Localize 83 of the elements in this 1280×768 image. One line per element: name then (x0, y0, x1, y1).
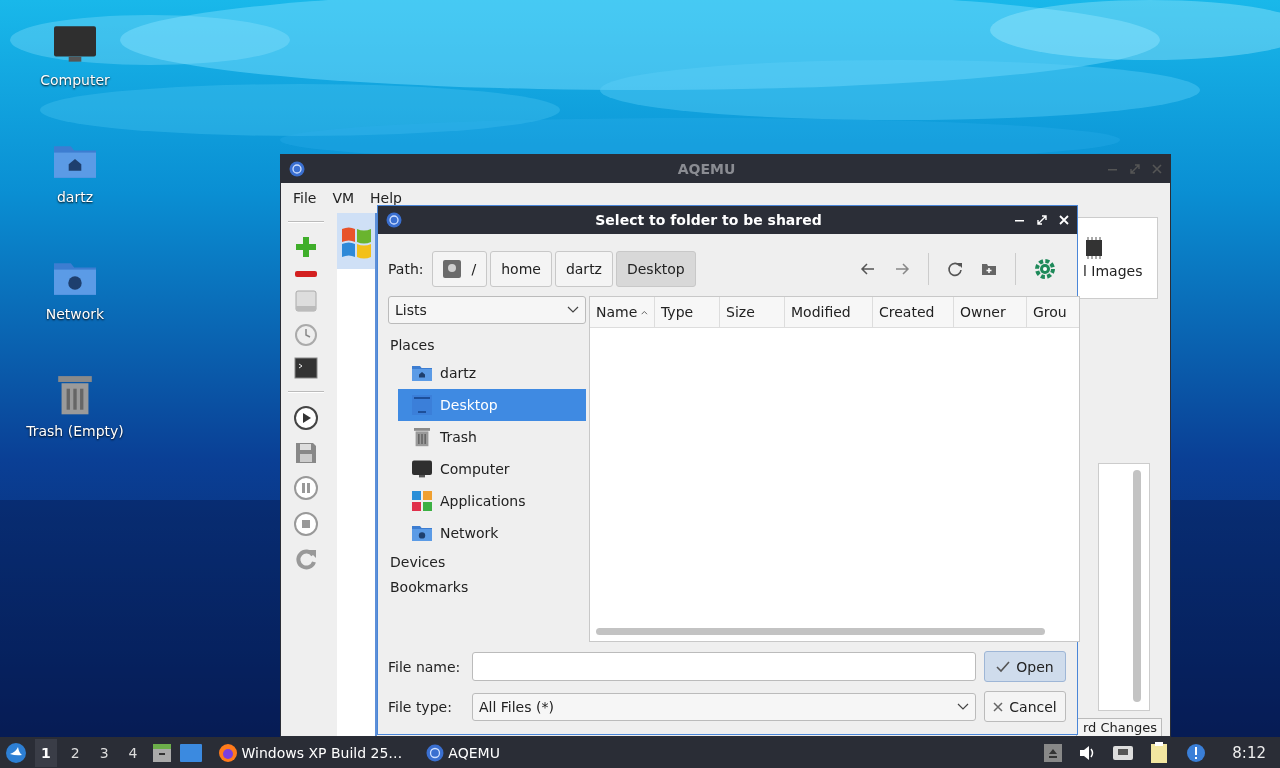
taskbar-task[interactable]: Windows XP Build 25… (209, 737, 411, 768)
workspace-button[interactable]: 2 (64, 738, 86, 767)
sidebar-item[interactable]: Trash (398, 421, 586, 453)
vm-list-item[interactable] (337, 213, 375, 269)
file-type-label: File type: (388, 698, 453, 715)
reload-icon[interactable] (294, 547, 318, 571)
path-label: Path: (388, 260, 424, 277)
sort-up-icon (641, 308, 648, 316)
network-port-icon[interactable] (1112, 744, 1135, 761)
scrollbar[interactable] (596, 628, 1045, 635)
desktop-icon (412, 395, 432, 415)
add-icon[interactable] (294, 235, 318, 259)
chevron-down-icon (957, 702, 969, 711)
remove-icon[interactable] (294, 269, 318, 279)
column-header[interactable]: Grou (1027, 297, 1079, 327)
gear-icon[interactable] (1034, 257, 1056, 280)
file-name-field[interactable] (472, 652, 976, 681)
workspace-button[interactable]: 1 (35, 738, 57, 767)
desktop-icon-label[interactable]: Trash (Empty) (26, 423, 124, 439)
trash-icon (412, 427, 432, 447)
back-icon[interactable] (860, 260, 876, 277)
file-type-dropdown[interactable]: All Files (*) (472, 692, 976, 721)
desktop-icon-label[interactable]: Network (45, 306, 105, 322)
path-button[interactable]: dartz (554, 250, 613, 287)
save-icon[interactable] (294, 441, 318, 465)
clock-icon[interactable] (294, 323, 318, 347)
menu-item[interactable]: VM (324, 186, 363, 210)
desktop-icon[interactable] (179, 743, 202, 762)
workspace-button[interactable]: 4 (122, 738, 144, 767)
column-header[interactable]: Size (720, 297, 785, 327)
browser-icon (217, 742, 238, 763)
apps-grid-icon (412, 491, 432, 511)
chevron-down-icon (567, 306, 579, 314)
monitor-icon (54, 23, 96, 65)
sidebar-item[interactable]: Applications (398, 485, 586, 517)
checkmark-icon (996, 660, 1011, 673)
app-logo-icon (386, 212, 402, 228)
desktop-icon-label[interactable]: dartz (56, 189, 94, 205)
network-folder-icon (412, 523, 432, 543)
column-header[interactable]: Created (873, 297, 954, 327)
view-dropdown[interactable]: Lists (388, 296, 586, 324)
clock: 8:12 (1232, 743, 1266, 762)
file-cabinet-icon[interactable] (151, 742, 172, 763)
menu-item[interactable]: File (285, 186, 325, 210)
column-header[interactable]: Type (655, 297, 720, 327)
section-heading[interactable]: Places (388, 334, 586, 357)
terminal-icon[interactable] (294, 357, 318, 379)
refresh-icon[interactable] (947, 260, 963, 277)
section-heading[interactable]: Devices (388, 551, 586, 574)
sidebar-item[interactable]: Network (398, 517, 586, 549)
window-title: Select to folder to be shared (594, 212, 823, 228)
app-logo-icon (289, 161, 305, 177)
pause-icon[interactable] (293, 475, 319, 501)
chip-icon (1083, 237, 1105, 259)
window-title: AQEMU (676, 161, 737, 177)
sidebar-item[interactable]: Desktop (398, 389, 586, 421)
cancel-button[interactable]: Cancel (984, 691, 1066, 722)
play-icon[interactable] (293, 405, 319, 431)
scrollbar[interactable] (1133, 470, 1141, 702)
eject-icon[interactable] (1044, 743, 1063, 762)
workspace-button[interactable]: 3 (93, 738, 115, 767)
close-icon (993, 701, 1004, 712)
start-menu-icon[interactable] (5, 741, 27, 764)
column-header[interactable]: Modified (785, 297, 873, 327)
taskbar-task[interactable]: AQEMU (418, 737, 508, 768)
sidebar-item[interactable]: dartz (398, 357, 586, 389)
discard-button[interactable]: rd Changes (1076, 718, 1162, 736)
home-folder-icon (412, 363, 432, 383)
monitor-icon (412, 459, 432, 479)
path-button[interactable]: / (432, 250, 488, 287)
section-heading[interactable]: Bookmarks (388, 576, 586, 599)
app-logo-icon (426, 743, 445, 762)
open-button[interactable]: Open (984, 651, 1066, 682)
column-header[interactable]: Name (590, 297, 655, 327)
file-name-label: File name: (388, 658, 458, 675)
sidebar-item[interactable]: Computer (398, 453, 586, 485)
drive-icon (443, 259, 462, 278)
path-button[interactable]: Desktop (615, 250, 696, 287)
path-button[interactable]: home (490, 250, 552, 287)
notification-icon[interactable] (1186, 742, 1207, 763)
column-header[interactable]: Owner (954, 297, 1027, 327)
stop-icon[interactable] (293, 511, 319, 537)
forward-icon[interactable] (894, 260, 910, 277)
